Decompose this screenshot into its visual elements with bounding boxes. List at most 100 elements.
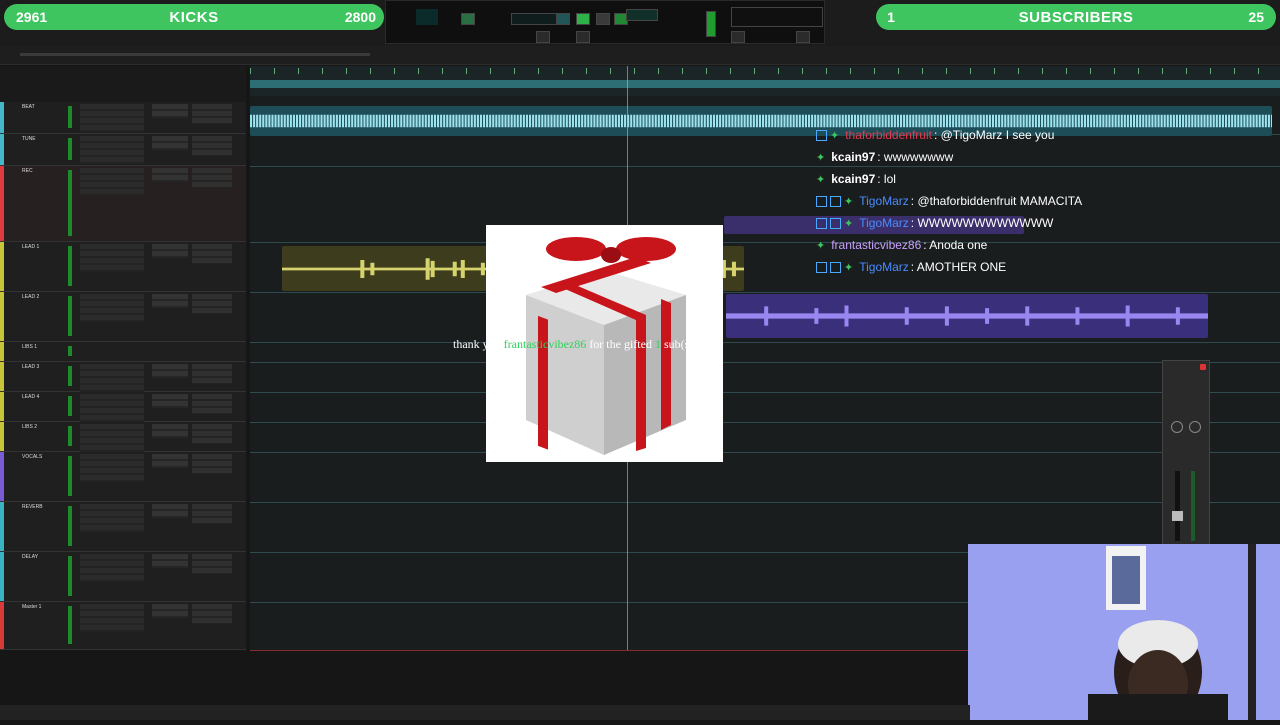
track-lane[interactable] bbox=[250, 362, 1280, 393]
send-slots[interactable] bbox=[152, 454, 188, 468]
track-header[interactable]: Master 1 bbox=[0, 602, 246, 650]
io-selector[interactable] bbox=[192, 364, 232, 384]
fast-forward-button[interactable] bbox=[576, 31, 590, 43]
insert-slots[interactable] bbox=[80, 554, 144, 582]
chat-message: ✦ kcain97: wwwwwwww bbox=[816, 150, 953, 164]
track-name[interactable]: LEAD 1 bbox=[22, 244, 39, 250]
tempo-display[interactable] bbox=[511, 13, 557, 25]
stop-button[interactable] bbox=[556, 13, 570, 25]
track-lane[interactable] bbox=[250, 392, 1280, 423]
kicks-value-left: 2961 bbox=[16, 9, 48, 25]
track-lane[interactable] bbox=[250, 422, 1280, 453]
chat-badge-icon bbox=[816, 261, 827, 273]
pan-knob-right[interactable] bbox=[1189, 421, 1201, 433]
track-header[interactable]: BEAT bbox=[0, 102, 246, 134]
send-slots[interactable] bbox=[152, 244, 188, 258]
beat-clip[interactable] bbox=[250, 106, 1272, 136]
insert-slots[interactable] bbox=[80, 136, 144, 164]
edit-toolbar bbox=[0, 46, 1280, 65]
rewind-button[interactable] bbox=[536, 31, 550, 43]
record-button[interactable] bbox=[596, 13, 610, 25]
io-selector[interactable] bbox=[192, 424, 232, 444]
track-header[interactable]: TUNE bbox=[0, 134, 246, 166]
sync-button[interactable] bbox=[461, 13, 475, 25]
insert-slots[interactable] bbox=[80, 294, 144, 322]
insert-slots[interactable] bbox=[80, 364, 144, 392]
track-name[interactable]: LEAD 4 bbox=[22, 394, 39, 400]
track-name[interactable]: REVERB bbox=[22, 504, 43, 510]
click-button[interactable] bbox=[626, 9, 658, 21]
chat-badge-icon bbox=[830, 195, 841, 207]
chat-message: ✦ thaforbiddenfruit: @TigoMarz I see you bbox=[816, 128, 1054, 142]
insert-slots[interactable] bbox=[80, 424, 144, 452]
send-slots[interactable] bbox=[152, 604, 188, 618]
scroll-track[interactable] bbox=[20, 53, 370, 56]
track-header[interactable]: LIBS 1 bbox=[0, 342, 246, 362]
io-selector[interactable] bbox=[192, 604, 232, 624]
ruler-tick bbox=[1066, 68, 1067, 74]
track-name[interactable]: LEAD 3 bbox=[22, 364, 39, 370]
insert-slots[interactable] bbox=[80, 604, 144, 632]
track-name[interactable]: LEAD 2 bbox=[22, 294, 39, 300]
io-selector[interactable] bbox=[192, 454, 232, 474]
track-color-stripe bbox=[0, 134, 4, 165]
chat-text: : @TigoMarz I see you bbox=[933, 128, 1055, 142]
send-slots[interactable] bbox=[152, 394, 188, 408]
marker-band[interactable] bbox=[250, 80, 1280, 88]
send-slots[interactable] bbox=[152, 424, 188, 438]
track-lane[interactable] bbox=[250, 452, 1280, 503]
track-name[interactable]: REC bbox=[22, 168, 33, 174]
settings-button[interactable] bbox=[796, 31, 810, 43]
send-slots[interactable] bbox=[152, 168, 188, 182]
insert-slots[interactable] bbox=[80, 104, 144, 132]
track-header[interactable]: LEAD 2 bbox=[0, 292, 246, 342]
track-name[interactable]: TUNE bbox=[22, 136, 36, 142]
send-slots[interactable] bbox=[152, 554, 188, 568]
io-selector[interactable] bbox=[192, 136, 232, 156]
track-header[interactable]: DELAY bbox=[0, 552, 246, 602]
io-selector[interactable] bbox=[192, 394, 232, 414]
volume-fader[interactable] bbox=[1175, 471, 1180, 541]
io-selector[interactable] bbox=[192, 244, 232, 264]
pan-knob[interactable] bbox=[1171, 421, 1183, 433]
track-name[interactable]: DELAY bbox=[22, 554, 38, 560]
track-name[interactable]: LIBS 1 bbox=[22, 344, 37, 350]
fader-handle[interactable] bbox=[1172, 511, 1183, 521]
insert-slots[interactable] bbox=[80, 168, 144, 196]
track-name[interactable]: LIBS 2 bbox=[22, 424, 37, 430]
track-lane[interactable] bbox=[250, 342, 1280, 363]
timeline-ruler[interactable] bbox=[250, 66, 1280, 96]
track-header[interactable]: VOCALS bbox=[0, 452, 246, 502]
track-name[interactable]: Master 1 bbox=[22, 604, 41, 610]
play-button[interactable] bbox=[576, 13, 590, 25]
track-header[interactable]: REC bbox=[0, 166, 246, 242]
send-slots[interactable] bbox=[152, 364, 188, 378]
insert-slots[interactable] bbox=[80, 394, 144, 422]
track-lane[interactable] bbox=[250, 134, 1280, 167]
track-name[interactable]: BEAT bbox=[22, 104, 35, 110]
send-slots[interactable] bbox=[152, 294, 188, 308]
track-name[interactable]: VOCALS bbox=[22, 454, 42, 460]
grid-settings[interactable] bbox=[731, 7, 823, 27]
io-selector[interactable] bbox=[192, 294, 232, 314]
vocals-clip[interactable] bbox=[726, 294, 1208, 338]
send-slots[interactable] bbox=[152, 504, 188, 518]
send-slots[interactable] bbox=[152, 104, 188, 118]
track-header[interactable]: LEAD 3 bbox=[0, 362, 246, 392]
track-header[interactable]: LEAD 4 bbox=[0, 392, 246, 422]
io-selector[interactable] bbox=[192, 554, 232, 574]
bottom-tabs[interactable] bbox=[0, 705, 280, 720]
insert-slots[interactable] bbox=[80, 504, 144, 532]
insert-slots[interactable] bbox=[80, 454, 144, 482]
close-icon[interactable] bbox=[1200, 364, 1206, 370]
zoom-button[interactable] bbox=[731, 31, 745, 43]
io-selector[interactable] bbox=[192, 104, 232, 124]
vocals-fader-window[interactable] bbox=[1162, 360, 1210, 548]
track-header[interactable]: REVERB bbox=[0, 502, 246, 552]
track-header[interactable]: LEAD 1 bbox=[0, 242, 246, 292]
track-header[interactable]: LIBS 2 bbox=[0, 422, 246, 452]
io-selector[interactable] bbox=[192, 168, 232, 188]
send-slots[interactable] bbox=[152, 136, 188, 150]
insert-slots[interactable] bbox=[80, 244, 144, 272]
io-selector[interactable] bbox=[192, 504, 232, 524]
